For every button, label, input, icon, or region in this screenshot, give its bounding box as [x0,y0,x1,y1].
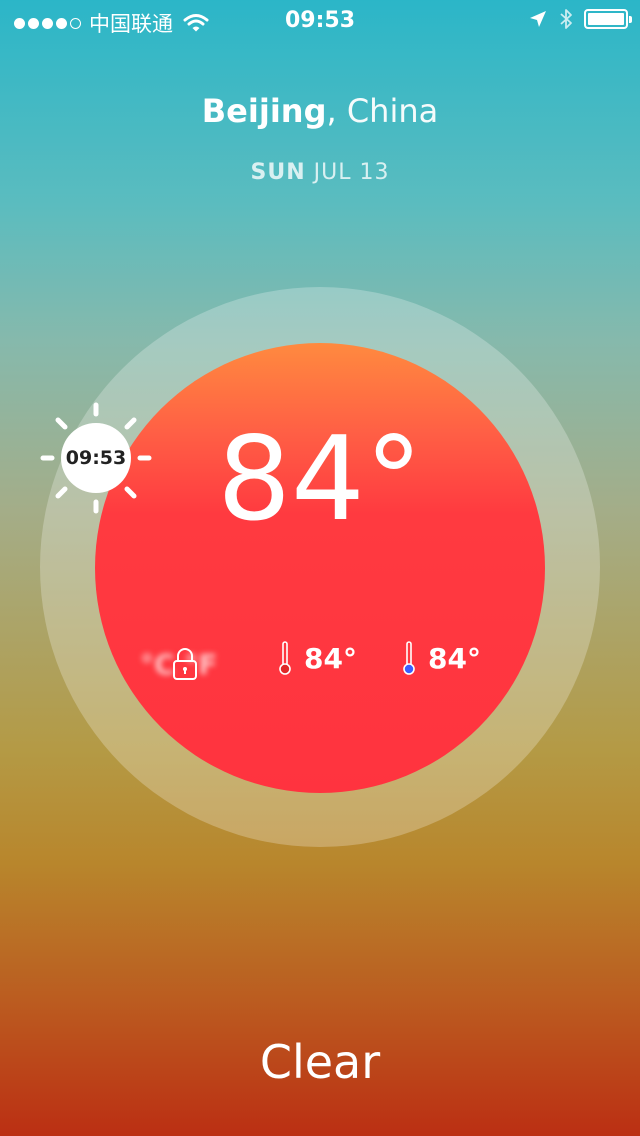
weekday: SUN [250,160,306,185]
sun-position-marker[interactable]: 09:53 [40,402,152,514]
high-temperature: 84° [278,640,357,676]
country-name: China [346,92,439,130]
temperature-stats: °C °F 84° 84° [0,640,640,690]
date-label: SUN JUL 13 [0,160,640,185]
sun-time: 09:53 [61,423,131,493]
battery-icon [584,9,632,29]
current-temperature: 84° [217,412,423,547]
low-temperature-value: 84° [428,641,481,675]
status-bar: 中国联通 09:53 [0,0,640,40]
lock-icon[interactable] [170,646,200,682]
location-title[interactable]: Beijing, China [0,92,640,130]
high-temperature-value: 84° [304,641,357,675]
location-separator: , [326,92,337,130]
location-arrow-icon [530,11,546,27]
thermometer-low-icon [403,641,415,675]
city-name: Beijing [201,92,327,130]
weather-condition: Clear [259,1035,381,1089]
day: JUL 13 [313,160,390,185]
status-bar-right [528,8,632,30]
bluetooth-icon [560,9,572,29]
low-temperature: 84° [402,640,481,676]
thermometer-high-icon [279,641,291,675]
